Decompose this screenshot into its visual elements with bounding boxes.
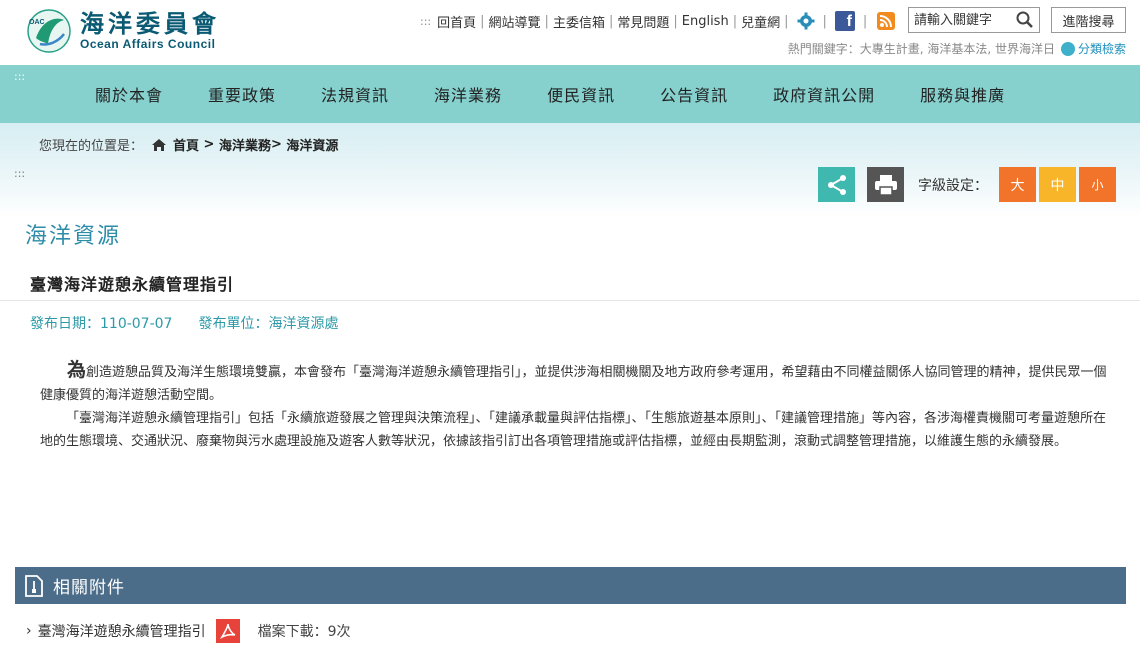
publish-date: 發布日期：110-07-07	[30, 316, 173, 332]
breadcrumb-level2[interactable]: 海洋資源	[286, 135, 338, 154]
breadcrumb-level1[interactable]: 海洋業務	[219, 135, 271, 154]
logo-english-name: Ocean Affairs Council	[80, 37, 216, 51]
logo-emblem-icon: OAC	[26, 8, 72, 54]
nav-item-ocean-affairs[interactable]: 海洋業務	[434, 82, 502, 106]
nav-item-gov-info[interactable]: 政府資訊公開	[773, 82, 875, 106]
chevron-right-icon: ›	[26, 623, 32, 639]
share-icon	[827, 174, 846, 195]
font-size-small-button[interactable]: 小	[1079, 167, 1116, 202]
search-icon[interactable]	[1015, 10, 1035, 30]
article-meta: 發布日期：110-07-07 發布單位：海洋資源處	[30, 313, 364, 333]
nav-item-regulations[interactable]: 法規資訊	[321, 82, 389, 106]
category-search-label: 分類檢索	[1077, 42, 1126, 56]
attachments-title: 相關附件	[53, 578, 125, 598]
print-icon	[874, 174, 897, 196]
lead-character: 為	[67, 359, 87, 381]
link-english[interactable]: English	[682, 14, 729, 29]
settings-gear-icon[interactable]	[797, 12, 815, 30]
font-size-large-button[interactable]: 大	[999, 167, 1036, 202]
nav-item-policy[interactable]: 重要政策	[208, 82, 276, 106]
link-sitemap[interactable]: 網站導覽	[489, 12, 541, 31]
category-search-icon	[1060, 41, 1075, 56]
page-tools: 字級設定： 大 中 小	[806, 167, 1116, 202]
font-size-medium-button[interactable]: 中	[1039, 167, 1076, 202]
hot-keywords-label: 熱門關鍵字：	[787, 42, 860, 56]
hot-keywords-list[interactable]: 大專生計畫, 海洋基本法, 世界海洋日	[860, 40, 1055, 57]
breadcrumb-home[interactable]: 首頁	[173, 135, 199, 154]
link-minister-mailbox[interactable]: 主委信箱	[553, 12, 605, 31]
section-title: 海洋資源	[25, 224, 122, 249]
accesskey-marker: :::	[420, 14, 432, 28]
share-button[interactable]	[818, 167, 855, 202]
paragraph-1-text: 創造遊憩品質及海洋生態環境雙贏，本會發布「臺灣海洋遊憩永續管理指引」，並提供涉海…	[40, 365, 1107, 403]
accesskey-marker: :::	[14, 70, 26, 83]
article-title: 臺灣海洋遊憩永續管理指引	[30, 275, 235, 294]
title-divider	[0, 300, 1140, 301]
main-nav: ::: 關於本會 重要政策 法規資訊 海洋業務 便民資訊 公告資訊 政府資訊公開…	[0, 65, 1140, 123]
article-paragraph: 為創造遊憩品質及海洋生態環境雙贏，本會發布「臺灣海洋遊憩永續管理指引」，並提供涉…	[40, 359, 1110, 407]
link-kids[interactable]: 兒童網	[741, 12, 780, 31]
facebook-icon[interactable]: f	[834, 11, 855, 31]
nav-item-announcements[interactable]: 公告資訊	[660, 82, 728, 106]
utility-links: ::: 回首頁 | 網站導覽 | 主委信箱 | 常見問題 | English | 兒童網 |…	[420, 11, 901, 31]
attachments-header: 相關附件	[15, 567, 1126, 604]
nav-item-public-info[interactable]: 便民資訊	[547, 82, 615, 106]
logo-chinese-name: 海洋委員會	[80, 9, 220, 38]
download-count: 檔案下載：9次	[257, 624, 351, 640]
site-header: OAC 海洋委員會 Ocean Affairs Council ::: 回首頁 |…	[0, 0, 1140, 65]
paragraph-2-text: 「臺灣海洋遊憩永續管理指引」包括「永續旅遊發展之管理與決策流程」、「建議承載量與…	[40, 411, 1107, 449]
search-box	[908, 7, 1040, 33]
advanced-search-button[interactable]: 進階搜尋	[1051, 7, 1126, 33]
link-faq[interactable]: 常見問題	[617, 12, 669, 31]
nav-item-about[interactable]: 關於本會	[95, 82, 163, 106]
link-home[interactable]: 回首頁	[437, 12, 476, 31]
category-search-link[interactable]: 分類檢索	[1060, 40, 1126, 57]
font-size-label: 字級設定：	[918, 177, 988, 194]
attachment-item: › 臺灣海洋遊憩永續管理指引 檔案下載：9次	[26, 619, 351, 643]
print-button[interactable]	[867, 167, 904, 202]
attachment-link[interactable]: 臺灣海洋遊憩永續管理指引	[38, 621, 206, 641]
search-input[interactable]	[909, 9, 1015, 31]
accesskey-marker: :::	[14, 167, 26, 180]
document-icon	[25, 574, 43, 597]
rss-icon[interactable]	[877, 12, 896, 30]
site-logo[interactable]: OAC 海洋委員會 Ocean Affairs Council	[26, 8, 220, 54]
home-icon	[151, 138, 167, 152]
logo-badge: OAC	[29, 19, 45, 26]
article-body: 為創造遊憩品質及海洋生態環境雙贏，本會發布「臺灣海洋遊憩永續管理指引」，並提供涉…	[40, 359, 1110, 453]
publish-unit: 發布單位：海洋資源處	[198, 316, 339, 332]
nav-item-services[interactable]: 服務與推廣	[920, 82, 1005, 106]
pdf-icon[interactable]	[215, 619, 240, 643]
breadcrumb: 您現在的位置是： 首頁 > 海洋業務 > 海洋資源	[39, 135, 339, 154]
breadcrumb-prefix: 您現在的位置是：	[39, 139, 144, 154]
hot-keywords: 熱門關鍵字： 大專生計畫, 海洋基本法, 世界海洋日 分類檢索	[788, 40, 1126, 57]
